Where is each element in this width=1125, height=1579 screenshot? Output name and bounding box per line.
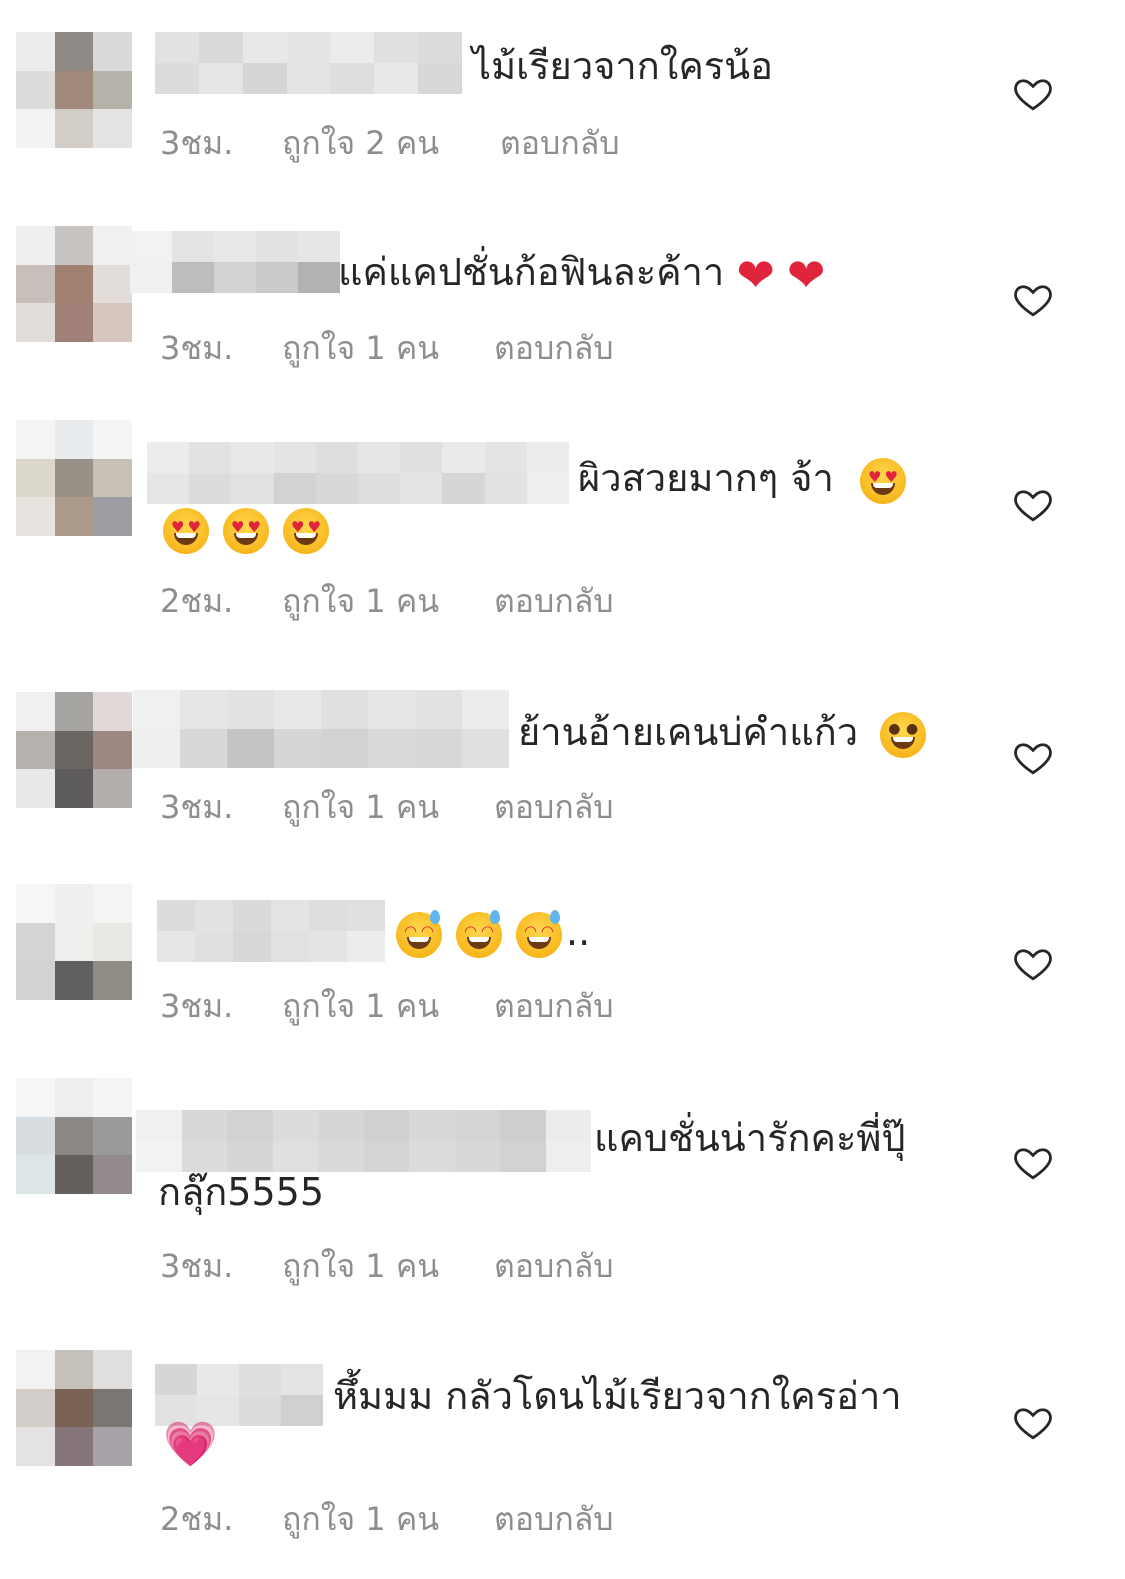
reply-button[interactable]: ตอบกลับ [494,782,614,833]
comment-item: ย้านอ้ายเคนบ่คำแก้ว ● ● 3ชม. ถูกใจ 1 คน ต… [0,660,1125,870]
comment-meta: 3ชม. ถูกใจ 1 คน ตอบกลับ [160,782,760,826]
avatar[interactable] [16,884,132,1000]
heart-eyes-emoji: ♥ ♥ [859,457,906,504]
like-count[interactable]: ถูกใจ 1 คน [282,1494,439,1545]
sweat-smile-emoji: ◠ ◠ [396,909,442,958]
username-blurred[interactable] [155,32,463,94]
comment-text: ไม้เรียวจากใครน้อ [472,40,773,92]
comment-item: ไม้เรียวจากใครน้อ 3ชม. ถูกใจ 2 คน ตอบกลั… [0,0,1125,200]
like-count[interactable]: ถูกใจ 1 คน [282,1241,439,1292]
comment-text-content: แค่แคปชั่นก้อฟินละค้าา [338,250,725,294]
comment-text-content: แคบชั่นน่ารักคะพี่ปุ๊ [594,1116,906,1160]
heart-outline-icon[interactable] [1012,72,1054,114]
comment-item: แค่แคปชั่นก้อฟินละค้าา ❤ ❤ 3ชม. ถูกใจ 1 ค… [0,200,1125,400]
heart-outline-icon[interactable] [1012,483,1054,525]
avatar[interactable] [16,32,132,148]
username-blurred[interactable] [133,690,509,768]
comment-item: หึ้มมม กลัวโดนไม้เรียวจากใครอ่าา 💗 2ชม. … [0,1330,1125,1579]
like-count[interactable]: ถูกใจ 1 คน [282,782,439,833]
avatar[interactable] [16,420,132,536]
comment-text-line2: 💗 [163,1420,218,1472]
comment-text-content: ผิวสวยมากๆ จ้า [578,456,834,500]
timestamp: 2ชม. [160,582,234,620]
reply-button[interactable]: ตอบกลับ [494,981,614,1032]
comment-text-content: ไม้เรียวจากใครน้อ [472,44,773,88]
avatar[interactable] [16,226,132,342]
heart-outline-icon[interactable] [1012,942,1054,984]
username-blurred[interactable] [130,231,340,293]
comment-text-content-line2: กลุ๊ก5555 [158,1170,325,1214]
sweat-smile-emoji: ◠ ◠ [456,909,502,958]
comment-text-line2: กลุ๊ก5555 [158,1166,324,1218]
comment-text-content: .. [566,910,591,954]
smiley-emoji: ● ● [880,711,927,758]
username-blurred[interactable] [147,442,570,504]
avatar[interactable] [16,1350,132,1466]
timestamp: 3ชม. [160,788,234,826]
red-heart-emoji: ❤ [736,247,775,302]
comment-meta: 3ชม. ถูกใจ 2 คน ตอบกลับ [160,118,760,162]
comment-meta: 2ชม. ถูกใจ 1 คน ตอบกลับ [160,576,760,620]
red-heart-emoji: ❤ [786,247,826,302]
heart-outline-icon[interactable] [1012,1141,1054,1183]
comment-text-line2: ♥ ♥ ♥ ♥ ♥ ♥ [163,502,343,554]
comment-meta: 2ชม. ถูกใจ 1 คน ตอบกลับ [160,1494,760,1538]
heart-eyes-emoji: ♥ ♥ [283,507,329,554]
comment-text: แค่แคปชั่นก้อฟินละค้าา ❤ ❤ [338,246,837,298]
comment-item: ◠ ◠ ◠ ◠ ◠ ◠.. 3ชม. ถูกใจ 1 คน ตอบกลับ [0,870,1125,1070]
timestamp: 3ชม. [160,987,234,1025]
avatar[interactable] [16,692,132,808]
like-count[interactable]: ถูกใจ 1 คน [282,981,439,1032]
timestamp: 3ชม. [160,124,234,162]
like-count[interactable]: ถูกใจ 2 คน [282,118,439,169]
heart-outline-icon[interactable] [1012,278,1054,320]
comment-text: หึ้มมม กลัวโดนไม้เรียวจากใครอ่าา [333,1370,902,1422]
comment-text: ◠ ◠ ◠ ◠ ◠ ◠.. [396,906,590,958]
comment-text: ย้านอ้ายเคนบ่คำแก้ว ● ● [518,706,940,758]
heart-outline-icon[interactable] [1012,736,1054,778]
username-blurred[interactable] [155,1364,323,1426]
heart-eyes-emoji: ♥ ♥ [223,507,269,554]
username-blurred[interactable] [157,900,385,962]
comment-meta: 3ชม. ถูกใจ 1 คน ตอบกลับ [160,981,760,1025]
comment-text: ผิวสวยมากๆ จ้า ♥ ♥ [578,452,920,504]
reply-button[interactable]: ตอบกลับ [494,1241,614,1292]
comment-meta: 3ชม. ถูกใจ 1 คน ตอบกลับ [160,323,760,367]
like-count[interactable]: ถูกใจ 1 คน [282,576,439,627]
timestamp: 3ชม. [160,1247,234,1285]
sweat-smile-emoji: ◠ ◠ [516,909,562,958]
timestamp: 3ชม. [160,329,234,367]
comment-text: แคบชั่นน่ารักคะพี่ปุ๊ [594,1112,906,1164]
growing-heart-emoji: 💗 [163,1419,218,1470]
comment-meta: 3ชม. ถูกใจ 1 คน ตอบกลับ [160,1241,760,1285]
reply-button[interactable]: ตอบกลับ [494,323,614,374]
like-count[interactable]: ถูกใจ 1 คน [282,323,439,374]
avatar[interactable] [16,1078,132,1194]
comment-text-content: หึ้มมม กลัวโดนไม้เรียวจากใครอ่าา [333,1374,902,1418]
username-blurred[interactable] [136,1110,591,1172]
reply-button[interactable]: ตอบกลับ [500,118,620,169]
comment-text-content: ย้านอ้ายเคนบ่คำแก้ว [518,710,859,754]
reply-button[interactable]: ตอบกลับ [494,576,614,627]
timestamp: 2ชม. [160,1500,234,1538]
heart-outline-icon[interactable] [1012,1401,1054,1443]
heart-eyes-emoji: ♥ ♥ [163,507,209,554]
comment-item: แคบชั่นน่ารักคะพี่ปุ๊ กลุ๊ก5555 3ชม. ถูก… [0,1070,1125,1330]
reply-button[interactable]: ตอบกลับ [494,1494,614,1545]
comment-item: ผิวสวยมากๆ จ้า ♥ ♥ ♥ ♥ ♥ ♥ ♥ ♥ 2ชม. ถูกใจ 1 คน… [0,400,1125,660]
